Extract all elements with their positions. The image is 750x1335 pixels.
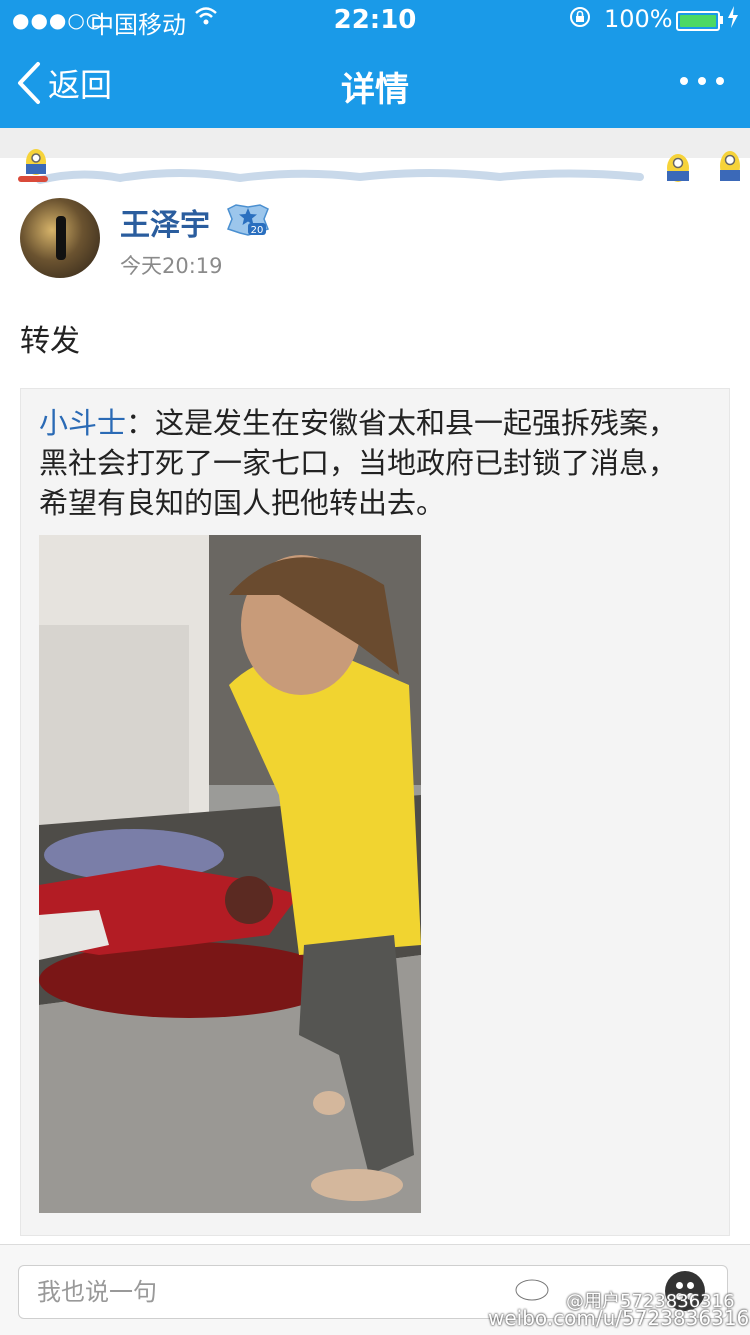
- more-options-button[interactable]: [680, 66, 724, 96]
- minion-icon: [667, 154, 689, 182]
- author-name[interactable]: 王泽宇: [120, 200, 210, 244]
- battery-percent: 100%: [604, 5, 673, 33]
- navigation-bar: 返回 详情: [0, 40, 750, 128]
- status-bar: ●●●○○ 中国移动 22:10 100%: [0, 0, 750, 40]
- repost-separator: ：: [126, 406, 156, 440]
- svg-text:20: 20: [251, 225, 264, 236]
- dot-icon: [716, 77, 724, 85]
- minion-icon: [18, 149, 48, 182]
- post-timestamp: 今天20:19: [120, 254, 223, 278]
- repost-text: 小斗士：这是发生在安徽省太和县一起强拆残案，黑社会打死了一家七口，当地政府已封锁…: [39, 403, 699, 523]
- minion-icon: [720, 151, 740, 181]
- dot-icon: [680, 77, 688, 85]
- repost-author[interactable]: 小斗士: [39, 406, 126, 440]
- top-bar: ●●●○○ 中国移动 22:10 100% 返回 详情: [0, 0, 750, 128]
- repost-card[interactable]: 小斗士：这是发生在安徽省太和县一起强拆残案，黑社会打死了一家七口，当地政府已封锁…: [20, 388, 730, 1236]
- dot-icon: [698, 77, 706, 85]
- page-title: 详情: [341, 70, 409, 110]
- battery-tip: [720, 16, 723, 24]
- weibo-logo-icon: [514, 1274, 554, 1302]
- rotation-lock-icon: [568, 5, 592, 35]
- charging-icon: [727, 6, 739, 33]
- battery-icon: [676, 11, 720, 31]
- card-decoration-banner: [18, 149, 740, 184]
- avatar[interactable]: [20, 198, 100, 278]
- post-photo[interactable]: [39, 535, 421, 1213]
- member-badge-icon: 20: [227, 204, 269, 236]
- post-text: 转发: [20, 324, 80, 359]
- watermark-url: weibo.com/u/5723836316: [488, 1306, 750, 1330]
